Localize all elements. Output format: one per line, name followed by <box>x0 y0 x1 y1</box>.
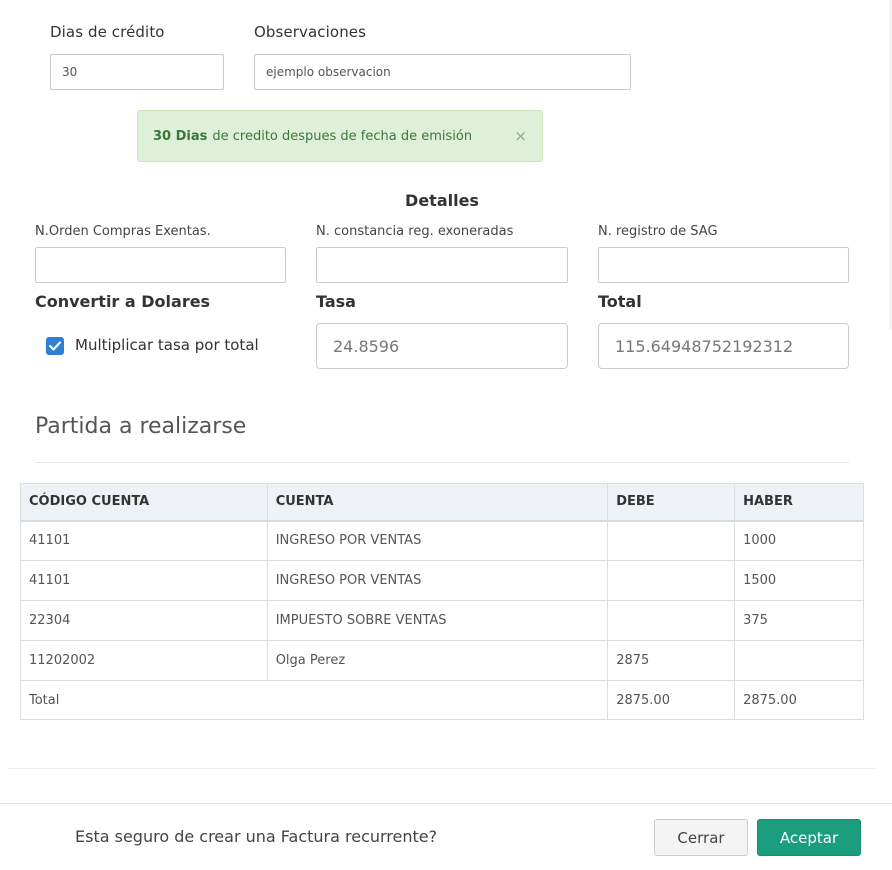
rate-input[interactable]: 24.8596 <box>316 323 568 369</box>
credit-alert: 30 Dias de credito despues de fecha de e… <box>137 110 543 162</box>
table-row: 41101 INGRESO POR VENTAS 1000 <box>20 520 864 561</box>
table-row: 41101 INGRESO POR VENTAS 1500 <box>20 560 864 601</box>
table-header-row: CÓDIGO CUENTA CUENTA DEBE HABER <box>20 483 864 522</box>
sag-label: N. registro de SAG <box>598 224 718 239</box>
convert-dollars-label: Convertir a Dolares <box>35 292 211 311</box>
column-header-account: CUENTA <box>266 483 609 522</box>
exempt-orders-label: N.Orden Compras Exentas. <box>35 224 211 239</box>
column-header-debe: DEBE <box>607 483 736 522</box>
table-row: 22304 IMPUESTO SOBRE VENTAS 375 <box>20 600 864 641</box>
total-input[interactable]: 115.64948752192312 <box>598 323 849 369</box>
cell-debe <box>607 560 736 601</box>
cell-haber: 1500 <box>734 560 864 601</box>
observations-input[interactable]: ejemplo observacion <box>254 54 631 90</box>
close-button[interactable]: Cerrar <box>654 819 748 856</box>
credit-days-input[interactable]: 30 <box>50 54 224 90</box>
column-header-code: CÓDIGO CUENTA <box>20 483 268 522</box>
total-debe: 2875.00 <box>607 680 736 720</box>
cell-account: Olga Perez <box>266 640 609 681</box>
total-label: Total <box>598 292 642 311</box>
cell-haber: 1000 <box>734 520 864 561</box>
alert-text: de credito despues de fecha de emisión <box>212 128 473 144</box>
cell-account: IMPUESTO SOBRE VENTAS <box>266 600 609 641</box>
cell-debe: 2875 <box>607 640 736 681</box>
close-icon[interactable]: × <box>514 127 527 145</box>
column-header-haber: HABER <box>734 483 864 522</box>
rate-label: Tasa <box>316 292 356 311</box>
cell-code: 41101 <box>20 520 268 561</box>
exonerated-input[interactable] <box>316 247 568 283</box>
accept-button[interactable]: Aceptar <box>757 819 861 856</box>
cell-code: 22304 <box>20 600 268 641</box>
cell-account: INGRESO POR VENTAS <box>266 520 609 561</box>
cell-debe <box>607 520 736 561</box>
alert-strong: 30 Dias <box>153 128 208 144</box>
total-row-label: Total <box>19 680 609 720</box>
multiply-checkbox-label[interactable]: Multiplicar tasa por total <box>75 336 259 354</box>
sag-input[interactable] <box>598 247 849 283</box>
observations-label: Observaciones <box>254 23 367 41</box>
confirm-question: Esta seguro de crear una Factura recurre… <box>75 827 438 846</box>
cell-haber: 375 <box>734 600 864 641</box>
exempt-orders-input[interactable] <box>35 247 286 283</box>
check-icon <box>49 341 61 351</box>
entry-heading: Partida a realizarse <box>35 414 247 439</box>
cell-code: 41101 <box>20 560 268 601</box>
footer-divider <box>0 803 892 804</box>
cell-code: 11202002 <box>20 640 268 681</box>
credit-days-label: Dias de crédito <box>50 23 165 41</box>
cell-haber <box>734 640 864 681</box>
multiply-checkbox[interactable] <box>46 337 64 355</box>
cell-account: INGRESO POR VENTAS <box>266 560 609 601</box>
total-haber: 2875.00 <box>734 680 864 720</box>
section-divider <box>8 768 876 769</box>
exonerated-label: N. constancia reg. exoneradas <box>316 224 514 239</box>
cell-debe <box>607 600 736 641</box>
total-row: Total 2875.00 2875.00 <box>19 680 864 720</box>
divider <box>35 462 849 463</box>
details-heading: Detalles <box>405 191 479 210</box>
table-row: 11202002 Olga Perez 2875 <box>20 640 864 681</box>
entry-table: CÓDIGO CUENTA CUENTA DEBE HABER 41101 IN… <box>19 483 864 720</box>
